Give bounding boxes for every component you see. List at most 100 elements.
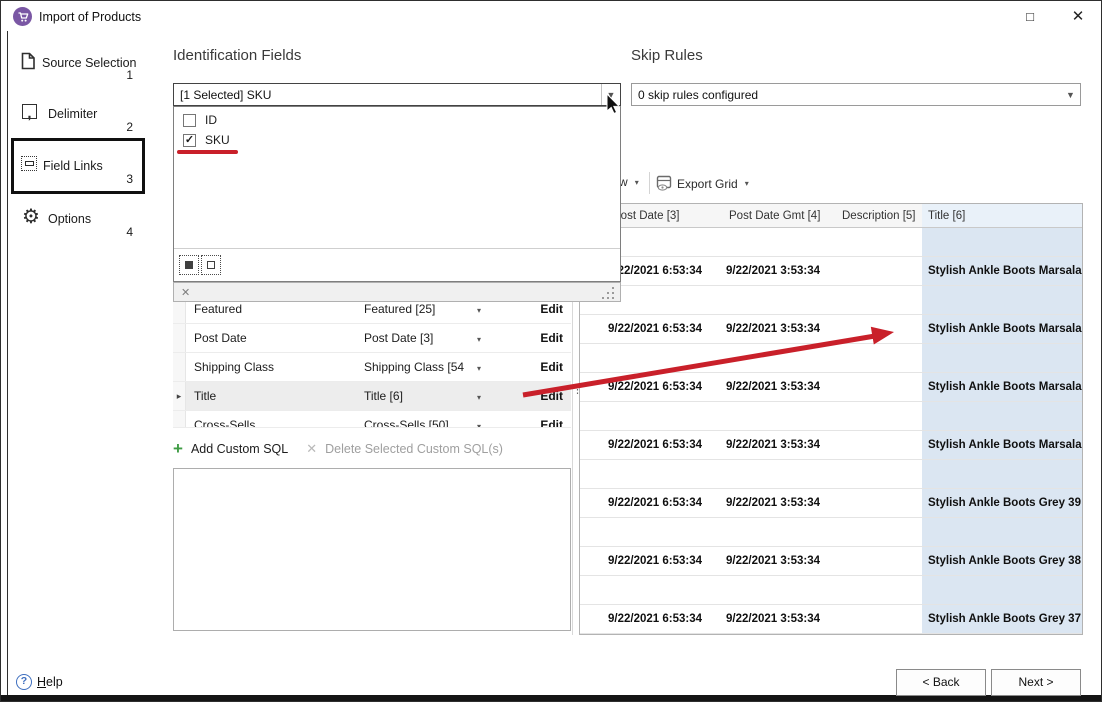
cell-post-date-gmt	[712, 286, 824, 314]
sidebar-item-field-links[interactable]: Field Links	[43, 159, 103, 173]
dialog-window: Import of Products □ ✕ Source Selection …	[0, 0, 1102, 702]
chevron-down-icon[interactable]: ▼	[601, 84, 620, 105]
edit-link[interactable]: Edit	[514, 331, 571, 345]
delimiter-icon: ,	[22, 104, 37, 119]
table-row[interactable]: Cross-Sells Cross-Sells [50] Edit	[173, 411, 571, 428]
table-row[interactable]	[580, 402, 1082, 431]
export-grid-button[interactable]: Export Grid	[656, 175, 749, 192]
option-id[interactable]: ID	[174, 110, 620, 130]
table-row[interactable]	[580, 286, 1082, 315]
edit-link[interactable]: Edit	[514, 302, 571, 316]
resize-grip-icon[interactable]	[602, 287, 614, 299]
table-row[interactable]: 9/22/2021 6:53:349/22/2021 3:53:34Stylis…	[580, 547, 1082, 576]
delete-icon: ✕	[306, 441, 317, 457]
cell-description	[824, 228, 922, 256]
source-column-combo[interactable]: Featured [25]	[364, 302, 474, 316]
gear-icon: ⚙	[22, 208, 40, 226]
close-button[interactable]: ✕	[1065, 7, 1091, 27]
source-column-combo[interactable]: Cross-Sells [50]	[364, 411, 474, 428]
back-button[interactable]: < Back	[896, 669, 986, 696]
cell-post-date	[580, 576, 712, 604]
table-row[interactable]	[580, 518, 1082, 547]
chevron-down-icon[interactable]	[474, 302, 514, 316]
table-row[interactable]: 9/22/2021 6:53:349/22/2021 3:53:34Stylis…	[580, 431, 1082, 460]
option-sku[interactable]: ✓ SKU	[174, 130, 620, 150]
field-links-icon	[21, 156, 37, 171]
table-row[interactable]: 9/22/2021 6:53:349/22/2021 3:53:34 Stylis…	[580, 373, 1082, 402]
uncheck-all-icon[interactable]	[201, 255, 221, 275]
table-row[interactable]: 9/22/2021 6:53:349/22/2021 3:53:34Stylis…	[580, 605, 1082, 634]
table-row[interactable]	[580, 576, 1082, 605]
popup-footer-strip: ✕	[173, 282, 621, 302]
table-row[interactable]	[580, 344, 1082, 373]
grid-header-row: Post Date [3] Post Date Gmt [4] Descript…	[580, 204, 1082, 228]
checkbox-unchecked-icon[interactable]	[183, 114, 196, 127]
cell-title	[922, 518, 1082, 546]
cell-post-date	[580, 460, 712, 488]
cell-title	[922, 286, 1082, 314]
custom-sql-list[interactable]	[173, 468, 571, 631]
cell-post-date-gmt: 9/22/2021 3:53:34	[712, 373, 824, 401]
column-header-description[interactable]: Description [5]	[824, 204, 922, 227]
cell-post-date-gmt: 9/22/2021 3:53:34	[712, 489, 824, 517]
source-column-combo[interactable]: Post Date [3]	[364, 331, 474, 345]
cell-post-date: 9/22/2021 6:53:34	[580, 373, 712, 401]
add-custom-sql-button[interactable]: Add Custom SQL	[191, 442, 288, 456]
next-button[interactable]: Next >	[991, 669, 1081, 696]
table-row[interactable]	[580, 460, 1082, 489]
chevron-down-icon[interactable]	[474, 360, 514, 374]
cell-post-date	[580, 402, 712, 430]
help-label-rest: elp	[46, 675, 63, 689]
cell-description	[824, 518, 922, 546]
field-name: Shipping Class	[186, 360, 364, 374]
splitter-grip[interactable]: ⋮	[572, 387, 579, 409]
table-row[interactable]	[580, 228, 1082, 257]
help-link[interactable]: Help	[37, 675, 63, 689]
sidebar-item-delimiter[interactable]: Delimiter	[48, 107, 97, 121]
chevron-down-icon[interactable]	[474, 389, 514, 403]
check-all-icon[interactable]	[179, 255, 199, 275]
step-number: 2	[119, 120, 133, 134]
edit-link[interactable]: Edit	[514, 389, 571, 403]
cell-title: Stylish Ankle Boots Grey 37	[922, 605, 1082, 633]
column-header-title[interactable]: Title [6]	[922, 204, 1082, 227]
preview-grid-panel: Preview Export Grid Post Date [3] Post D…	[579, 169, 1083, 635]
cell-title: Stylish Ankle Boots Marsala	[922, 373, 1082, 401]
step-number: 4	[119, 225, 133, 239]
cell-post-date-gmt: 9/22/2021 3:53:34	[712, 315, 824, 343]
column-header-post-date-gmt[interactable]: Post Date Gmt [4]	[712, 204, 824, 227]
sidebar-item-options[interactable]: Options	[48, 212, 91, 226]
data-grid[interactable]: Post Date [3] Post Date Gmt [4] Descript…	[579, 203, 1083, 635]
table-row[interactable]: Shipping Class Shipping Class [54 Edit	[173, 353, 571, 382]
table-row[interactable]: Post Date Post Date [3] Edit	[173, 324, 571, 353]
chevron-down-icon[interactable]	[474, 331, 514, 345]
skip-rules-combobox[interactable]: 0 skip rules configured ▼	[631, 83, 1081, 106]
cell-description	[824, 373, 922, 401]
chevron-down-icon[interactable]: ▼	[1061, 84, 1080, 105]
row-indicator	[173, 324, 186, 352]
chevron-down-icon[interactable]	[474, 411, 514, 428]
combo-value: [1 Selected] SKU	[174, 88, 601, 102]
checkbox-checked-icon[interactable]: ✓	[183, 134, 196, 147]
cell-description	[824, 431, 922, 459]
source-column-combo[interactable]: Shipping Class [54	[364, 360, 474, 374]
edit-link[interactable]: Edit	[514, 360, 571, 374]
plus-icon: +	[173, 442, 183, 456]
popup-close-icon[interactable]: ✕	[181, 286, 190, 299]
field-name: Title	[186, 389, 364, 403]
content-left-border	[7, 31, 8, 695]
source-column-combo[interactable]: Title [6]	[364, 389, 474, 403]
option-label: SKU	[205, 133, 230, 147]
selected-row-marker: ▸	[173, 382, 186, 410]
cell-post-date: 9/22/2021 6:53:34	[580, 605, 712, 633]
table-row[interactable]: 9/22/2021 6:53:349/22/2021 3:53:34Stylis…	[580, 489, 1082, 518]
edit-link[interactable]: Edit	[514, 411, 571, 428]
maximize-button[interactable]: □	[1017, 7, 1043, 27]
skip-rules-heading: Skip Rules	[631, 47, 703, 64]
table-row-selected[interactable]: ▸ Title Title [6] Edit	[173, 382, 571, 411]
cell-description	[824, 460, 922, 488]
table-row[interactable]: 9/22/2021 6:53:349/22/2021 3:53:34Stylis…	[580, 315, 1082, 344]
identification-fields-combobox[interactable]: [1 Selected] SKU ▼	[173, 83, 621, 106]
table-row[interactable]: 9/22/2021 6:53:349/22/2021 3:53:34Stylis…	[580, 257, 1082, 286]
field-name: Cross-Sells	[186, 411, 364, 428]
